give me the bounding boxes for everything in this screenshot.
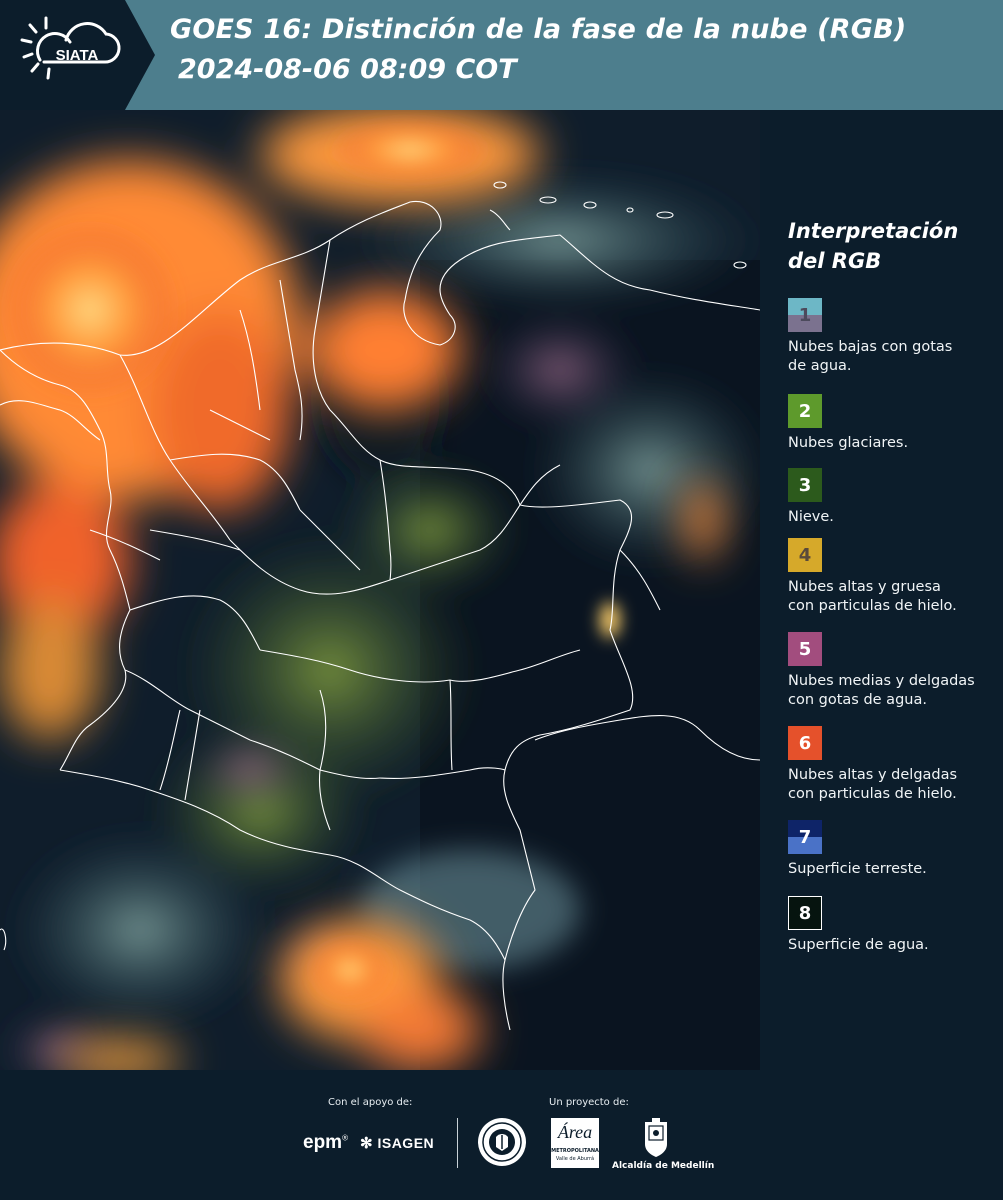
legend-title: Interpretación del RGB (788, 216, 998, 276)
epm-logo[interactable]: epm® (303, 1132, 348, 1154)
legend-panel: Interpretación del RGB 1 Nubes bajas con… (760, 110, 1003, 1070)
legend-swatch-2: 2 (788, 394, 822, 428)
legend-item-8: 8 Superficie de agua. (788, 896, 998, 955)
area-logo-sub1: METROPOLITANA (551, 1148, 599, 1154)
legend-item-7: 7 Superficie terreste. (788, 820, 998, 879)
alcaldia-text: Alcaldía de Medellín (612, 1161, 715, 1171)
legend-item-1: 1 Nubes bajas con gotas de agua. (788, 298, 998, 376)
project-caption: Un proyecto de: (549, 1097, 629, 1108)
legend-item-2: 2 Nubes glaciares. (788, 394, 998, 453)
medellin-shield-icon[interactable] (643, 1118, 669, 1158)
isagen-logo-text: ISAGEN (377, 1135, 435, 1151)
page-title: GOES 16: Distinción de la fase de la nub… (170, 14, 907, 45)
legend-label-7: Superficie terreste. (788, 861, 927, 877)
area-metropolitana-logo[interactable]: Área METROPOLITANA Valle de Aburrá (551, 1118, 599, 1168)
gobernacion-seal-icon[interactable] (477, 1117, 527, 1167)
legend-label-5: Nubes medias y delgadas con gotas de agua… (788, 673, 975, 708)
isagen-logo[interactable]: ✻ ISAGEN (360, 1134, 434, 1152)
footer: Con el apoyo de: Un proyecto de: epm® ✻ … (0, 1070, 1003, 1200)
epm-logo-text: epm (303, 1132, 343, 1153)
siata-logo-text: SIATA (56, 47, 99, 64)
legend-label-3: Nieve. (788, 509, 834, 525)
legend-swatch-5: 5 (788, 632, 822, 666)
legend-label-6: Nubes altas y delgadas con particulas de … (788, 767, 958, 802)
footer-divider (457, 1118, 458, 1168)
legend-item-4: 4 Nubes altas y gruesa con particulas de … (788, 538, 998, 616)
legend-label-2: Nubes glaciares. (788, 435, 909, 451)
legend-label-4: Nubes altas y gruesa con particulas de hi… (788, 579, 957, 614)
legend-swatch-4: 4 (788, 538, 822, 572)
legend-label-1: Nubes bajas con gotas de agua. (788, 339, 953, 374)
legend-item-5: 5 Nubes medias y delgadas con gotas de ag… (788, 632, 998, 710)
satellite-map[interactable] (0, 110, 760, 1070)
legend-item-6: 6 Nubes altas y delgadas con particulas d… (788, 726, 998, 804)
legend-swatch-1: 1 (788, 298, 822, 332)
legend-label-8: Superficie de agua. (788, 937, 929, 953)
legend-swatch-8: 8 (788, 896, 822, 930)
header-bar: SIATA GOES 16: Distinción de la fase de … (0, 0, 1003, 110)
support-caption: Con el apoyo de: (328, 1097, 413, 1108)
legend-title-line2: del RGB (788, 249, 882, 273)
area-logo-text: Área (557, 1122, 593, 1142)
legend-swatch-7: 7 (788, 820, 822, 854)
isagen-mark-icon: ✻ (360, 1135, 374, 1152)
legend-swatch-6: 6 (788, 726, 822, 760)
area-logo-sub2: Valle de Aburrá (555, 1156, 595, 1162)
page-timestamp: 2024-08-06 08:09 COT (178, 54, 517, 85)
legend-item-3: 3 Nieve. (788, 468, 998, 527)
siata-logo[interactable]: SIATA (0, 0, 155, 110)
legend-title-line1: Interpretación (788, 219, 959, 243)
legend-swatch-3: 3 (788, 468, 822, 502)
